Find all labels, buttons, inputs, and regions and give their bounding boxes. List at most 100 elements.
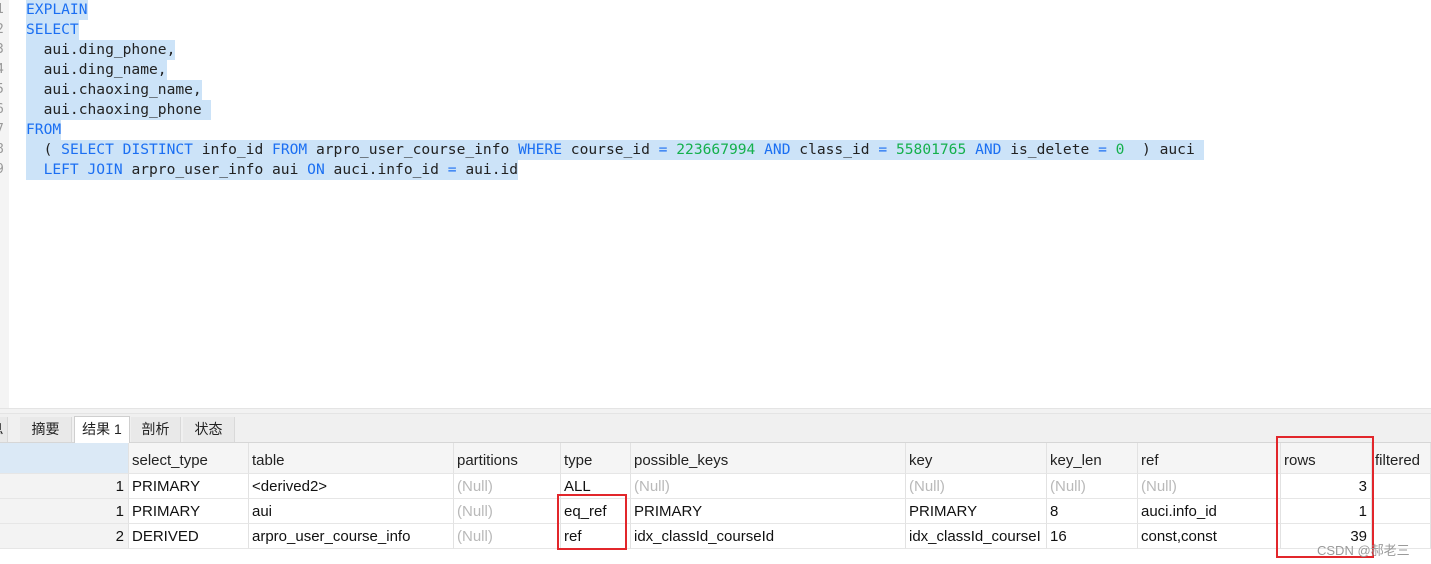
line-number: 2 — [0, 20, 8, 40]
grid-cell[interactable]: PRIMARY — [906, 499, 1047, 524]
column-header-partitions[interactable]: partitions — [454, 443, 561, 474]
sql-identifier: ( — [26, 141, 62, 158]
row-id-cell[interactable]: 2 — [0, 524, 129, 549]
grid-cell[interactable]: ref — [561, 524, 631, 549]
column-header-filtered[interactable]: filtered — [1372, 443, 1431, 474]
sql-identifier: is_delete — [1001, 141, 1099, 158]
tab-result-1[interactable]: 结果 1 — [74, 416, 130, 443]
grid-cell[interactable]: 8 — [1047, 499, 1138, 524]
grid-cell[interactable]: idx_classId_courseI — [906, 524, 1047, 549]
result-tab-bar: 息 摘要 结果 1 剖析 状态 — [0, 414, 1431, 443]
line-number: 5 — [0, 80, 8, 100]
sql-identifier — [114, 141, 123, 158]
sql-identifier: aui.ding_name, — [26, 61, 167, 78]
grid-cell[interactable] — [1372, 499, 1431, 524]
sql-keyword: WHERE — [518, 141, 563, 158]
code-text: aui.ding_name, — [26, 60, 167, 80]
code-text: SELECT — [26, 20, 79, 40]
sql-number: 55801765 — [895, 141, 967, 158]
sql-keyword: FROM — [272, 141, 308, 158]
result-grid[interactable]: select_type table partitions type possible_k… — [0, 443, 1431, 564]
sql-identifier: arpro_user_course_info — [307, 141, 519, 158]
sql-keyword: = — [878, 141, 888, 158]
column-header-type[interactable]: type — [561, 443, 631, 474]
sql-editor[interactable]: 1 EXPLAIN 2 SELECT 3 aui.ding_phone,4 aui.di… — [0, 0, 1431, 408]
code-line: 3 aui.ding_phone, — [0, 40, 1431, 60]
row-id-cell[interactable]: 1 — [0, 499, 129, 524]
grid-cell[interactable]: (Null) — [1138, 474, 1281, 499]
sql-identifier: aui.id — [456, 161, 519, 178]
grid-cell[interactable]: (Null) — [454, 474, 561, 499]
column-header-key[interactable]: key — [906, 443, 1047, 474]
code-line: 1 EXPLAIN — [0, 0, 1431, 20]
watermark: CSDN @郝老三 — [1317, 543, 1410, 558]
row-id-cell[interactable]: 1 — [0, 474, 129, 499]
sql-identifier — [26, 161, 44, 178]
grid-cell[interactable]: 1 — [1281, 499, 1372, 524]
code-line: 7 FROM — [0, 120, 1431, 140]
code-line: 4 aui.ding_name, — [0, 60, 1431, 80]
sql-identifier — [1107, 141, 1116, 158]
sql-keyword: DISTINCT — [122, 141, 193, 158]
grid-cell[interactable]: auci.info_id — [1138, 499, 1281, 524]
grid-cell[interactable]: const,const — [1138, 524, 1281, 549]
grid-cell[interactable]: (Null) — [1047, 474, 1138, 499]
grid-cell[interactable]: (Null) — [454, 524, 561, 549]
column-header-rows[interactable]: rows — [1281, 443, 1372, 474]
sql-identifier: arpro_user_info aui — [122, 161, 308, 178]
line-number: 6 — [0, 100, 8, 120]
sql-keyword: AND — [764, 141, 791, 158]
grid-cell[interactable]: PRIMARY — [129, 499, 249, 524]
grid-cell[interactable]: DERIVED — [129, 524, 249, 549]
grid-cell[interactable]: idx_classId_courseId — [631, 524, 906, 549]
tab-summary[interactable]: 摘要 — [20, 417, 72, 442]
code-text: aui.chaoxing_name, — [26, 80, 202, 100]
code-text: LEFT JOIN arpro_user_info aui ON auci.in… — [26, 160, 519, 180]
sql-keyword: = — [447, 161, 457, 178]
sql-identifier — [667, 141, 676, 158]
sql-identifier: class_id — [790, 141, 879, 158]
grid-cell[interactable]: eq_ref — [561, 499, 631, 524]
sql-keyword: ON — [307, 161, 325, 178]
grid-cell[interactable]: arpro_user_course_info — [249, 524, 454, 549]
column-header-ref[interactable]: ref — [1138, 443, 1281, 474]
sql-keyword: EXPLAIN — [26, 1, 88, 18]
grid-cell[interactable] — [1372, 474, 1431, 499]
tab-status[interactable]: 状态 — [183, 417, 235, 442]
sql-identifier — [966, 141, 975, 158]
column-header-key-len[interactable]: key_len — [1047, 443, 1138, 474]
code-line: 2 SELECT — [0, 20, 1431, 40]
sql-identifier — [887, 141, 896, 158]
sql-number: 223667994 — [676, 141, 756, 158]
code-text: aui.chaoxing_phone — [26, 100, 211, 120]
grid-cell[interactable]: ALL — [561, 474, 631, 499]
code-line: 8 ( SELECT DISTINCT info_id FROM arpro_u… — [0, 140, 1431, 160]
grid-cell[interactable]: (Null) — [906, 474, 1047, 499]
sql-keyword: SELECT — [61, 141, 114, 158]
sql-identifier — [755, 141, 764, 158]
sql-keyword: SELECT — [26, 21, 79, 38]
column-header-table[interactable]: table — [249, 443, 454, 474]
sql-keyword: LEFT JOIN — [43, 161, 123, 178]
grid-cell[interactable]: PRIMARY — [631, 499, 906, 524]
code-line: 5 aui.chaoxing_name, — [0, 80, 1431, 100]
grid-cell[interactable]: (Null) — [631, 474, 906, 499]
code-text: aui.ding_phone, — [26, 40, 176, 60]
grid-cell[interactable]: 3 — [1281, 474, 1372, 499]
column-header-select-type[interactable]: select_type — [129, 443, 249, 474]
tab-profile[interactable]: 剖析 — [131, 417, 181, 442]
grid-cell[interactable]: <derived2> — [249, 474, 454, 499]
grid-cell[interactable]: 16 — [1047, 524, 1138, 549]
column-header-possible-keys[interactable]: possible_keys — [631, 443, 906, 474]
sql-identifier: ) auci — [1124, 141, 1204, 158]
row-header-corner — [0, 443, 129, 474]
grid-cell[interactable]: aui — [249, 499, 454, 524]
grid-cell[interactable]: (Null) — [454, 499, 561, 524]
sql-keyword: = — [1098, 141, 1107, 158]
tab-message[interactable]: 息 — [0, 417, 8, 442]
line-number: 1 — [0, 0, 8, 20]
grid-cell[interactable]: PRIMARY — [129, 474, 249, 499]
line-number: 7 — [0, 120, 8, 140]
code-line: 6 aui.chaoxing_phone — [0, 100, 1431, 120]
line-number: 8 — [0, 140, 8, 160]
